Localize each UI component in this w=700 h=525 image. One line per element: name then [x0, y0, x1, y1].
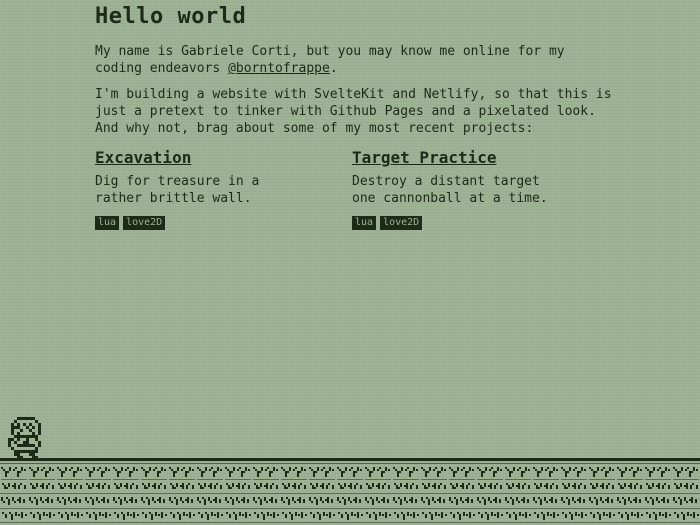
project-tags: lua love2D [95, 216, 352, 230]
project-card-excavation: Excavation Dig for treasure in a rather … [95, 148, 352, 230]
intro-paragraph: My name is Gabriele Corti, but you may k… [95, 43, 615, 77]
project-title-link[interactable]: Excavation [95, 148, 191, 168]
tag-badge: lua [95, 216, 120, 230]
project-tags: lua love2D [352, 216, 609, 230]
main-content: Hello world My name is Gabriele Corti, b… [95, 0, 615, 230]
project-description: Destroy a distant target one cannonball … [352, 174, 548, 206]
pretext-paragraph: I'm building a website with SvelteKit an… [95, 86, 615, 137]
project-card-target-practice: Target Practice Destroy a distant target… [352, 148, 609, 230]
tag-badge: love2D [123, 216, 166, 230]
social-handle-link[interactable]: @borntofrappe [228, 61, 330, 76]
pixel-grass-icon [0, 458, 700, 525]
intro-text-end: . [329, 61, 338, 76]
pixel-character-icon [8, 417, 41, 459]
tag-badge: love2D [380, 216, 423, 230]
project-description: Dig for treasure in a rather brittle wal… [95, 174, 260, 206]
tag-badge: lua [352, 216, 377, 230]
pretext-line: I'm building a website with SvelteKit an… [95, 87, 612, 119]
project-title-link[interactable]: Target Practice [352, 148, 497, 168]
projects-list: Excavation Dig for treasure in a rather … [95, 148, 615, 230]
page-title: Hello world [95, 4, 247, 29]
brag-line: And why not, brag about some of my most … [95, 121, 534, 136]
